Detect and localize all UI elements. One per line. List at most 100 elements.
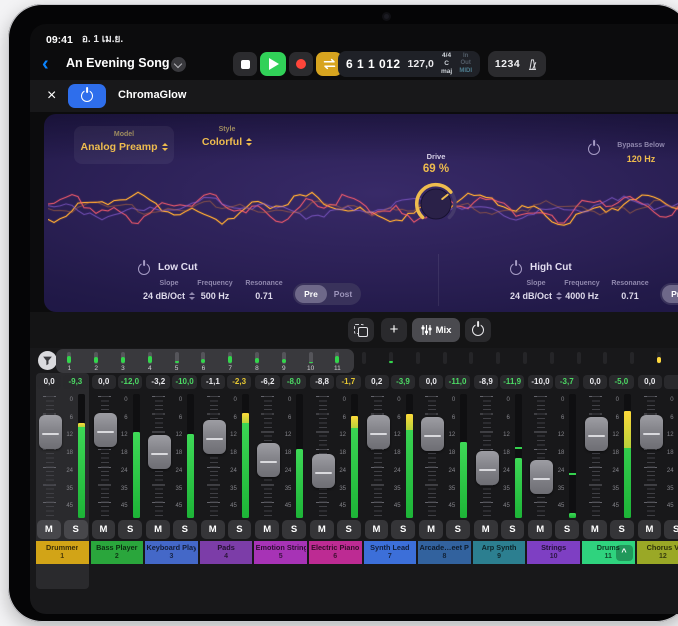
fader-handle[interactable] [476,451,499,485]
mute-button[interactable]: M [365,520,389,539]
filter-button[interactable] [38,351,57,370]
fader-handle[interactable] [367,415,390,449]
add-plugin-button[interactable]: + [381,318,407,342]
count-in-button[interactable]: 1234 [495,58,520,70]
bypass-below-value[interactable]: 120 Hz [606,154,676,164]
fader-handle[interactable] [203,420,226,454]
collapse-chevron-button[interactable]: ^ [616,545,633,561]
song-menu-chevron-icon[interactable] [171,57,186,72]
mixer-power-button[interactable] [465,318,491,342]
pre-button[interactable]: Pre [295,285,327,303]
fader-handle[interactable] [585,417,608,451]
track-name-label[interactable]: Arp Synth9 [473,541,526,564]
solo-button[interactable]: S [64,520,88,539]
solo-button[interactable]: S [173,520,197,539]
solo-button[interactable]: S [337,520,361,539]
mute-button[interactable]: M [146,520,170,539]
drive-knob[interactable] [412,180,460,228]
scale-mark: 18 [606,450,619,456]
track-name-label[interactable]: Pads4 [200,541,253,564]
fader-handle[interactable] [421,417,444,451]
high-cut-power-icon[interactable] [510,262,522,280]
duplicate-button[interactable] [348,318,374,342]
fader-handle[interactable] [39,415,62,449]
peak-value: -3,7 [555,375,579,389]
scale-mark: 24 [388,468,401,474]
mute-button[interactable]: M [419,520,443,539]
mute-button[interactable]: M [201,520,225,539]
solo-button[interactable]: S [501,520,525,539]
metronome-icon[interactable] [526,58,539,71]
track-name-label[interactable]: Emotion Strings5 [254,541,307,564]
track-name-label[interactable]: Chorus V12 [637,541,678,564]
overview-meter [512,349,539,372]
scale-mark: 35 [606,486,619,492]
record-button[interactable] [289,52,313,76]
overview-meter: 9 [270,349,297,372]
track-name-label[interactable]: Electric Piano6 [309,541,362,564]
scale-mark: 35 [497,486,510,492]
style-selector[interactable]: Style Colorful [182,126,272,148]
mute-button[interactable]: M [255,520,279,539]
mute-button[interactable]: M [310,520,334,539]
mix-view-button[interactable]: Mix [412,318,460,342]
low-cut-power-icon[interactable] [138,262,150,280]
back-chevron-button[interactable]: ‹ [42,51,49,77]
play-button[interactable] [260,52,286,76]
level-meter [460,394,467,518]
fader-area: 061218243545 [364,394,417,518]
plugin-power-button[interactable] [68,84,106,108]
fader-handle[interactable] [312,454,335,488]
close-icon[interactable]: × [47,86,56,106]
fader-handle[interactable] [148,435,171,469]
track-name-label[interactable]: Drummer1 [36,541,89,564]
solo-button[interactable]: S [282,520,306,539]
resonance-value[interactable]: 0.71 [236,291,292,301]
frequency-value[interactable]: 500 Hz [187,291,243,301]
solo-button[interactable]: S [555,520,579,539]
scale-mark: 18 [388,450,401,456]
fader-value: 0,0 [37,375,61,389]
stop-button[interactable] [233,52,257,76]
solo-button[interactable]: S [118,520,142,539]
fader-handle[interactable] [640,415,663,449]
lcd-display[interactable]: 6 1 1 012 127,0 4/4 C maj In Out MIDI [338,51,480,77]
drive-label: Drive [400,152,472,161]
pre-button[interactable]: Pre [662,285,678,303]
track-name-label[interactable]: Bass Player2 [91,541,144,564]
metronome-group[interactable]: 1234 [488,51,546,77]
track-name-label[interactable]: Synth Lead7 [364,541,417,564]
mute-button[interactable]: M [583,520,607,539]
key-signature: C maj [441,60,453,76]
model-selector[interactable]: Model Analog Preamp [74,126,174,164]
level-meter [406,394,413,518]
solo-button[interactable]: S [446,520,470,539]
faders-icon [421,324,432,336]
solo-button[interactable]: S [610,520,634,539]
high-cut-pre-post-toggle: Pre Post [660,283,678,305]
fader-area: 061218243545 [637,394,678,518]
scale-mark: 24 [60,468,73,474]
post-button[interactable]: Post [327,285,359,303]
mute-button[interactable]: M [474,520,498,539]
bypass-power-icon[interactable] [588,142,600,160]
scale-mark: 35 [115,486,128,492]
fader-handle[interactable] [530,460,553,494]
song-title[interactable]: An Evening Song [66,56,169,70]
solo-button[interactable]: S [391,520,415,539]
track-name-label[interactable]: Arcade…eet Pad8 [418,541,471,564]
solo-button[interactable]: S [228,520,252,539]
mute-button[interactable]: M [92,520,116,539]
fader-handle[interactable] [94,413,117,447]
scale-mark: 18 [333,450,346,456]
mute-button[interactable]: M [37,520,61,539]
track-name-label[interactable]: Drums11^ [582,541,635,564]
solo-button[interactable]: S [664,520,678,539]
mute-button[interactable]: M [638,520,662,539]
track-name-label[interactable]: Strings10 [527,541,580,564]
track-name-label[interactable]: Keyboard Player3 [145,541,198,564]
mute-button[interactable]: M [528,520,552,539]
level-meter [296,394,303,518]
fader-handle[interactable] [257,443,280,477]
resonance-value[interactable]: 0.71 [602,291,658,301]
